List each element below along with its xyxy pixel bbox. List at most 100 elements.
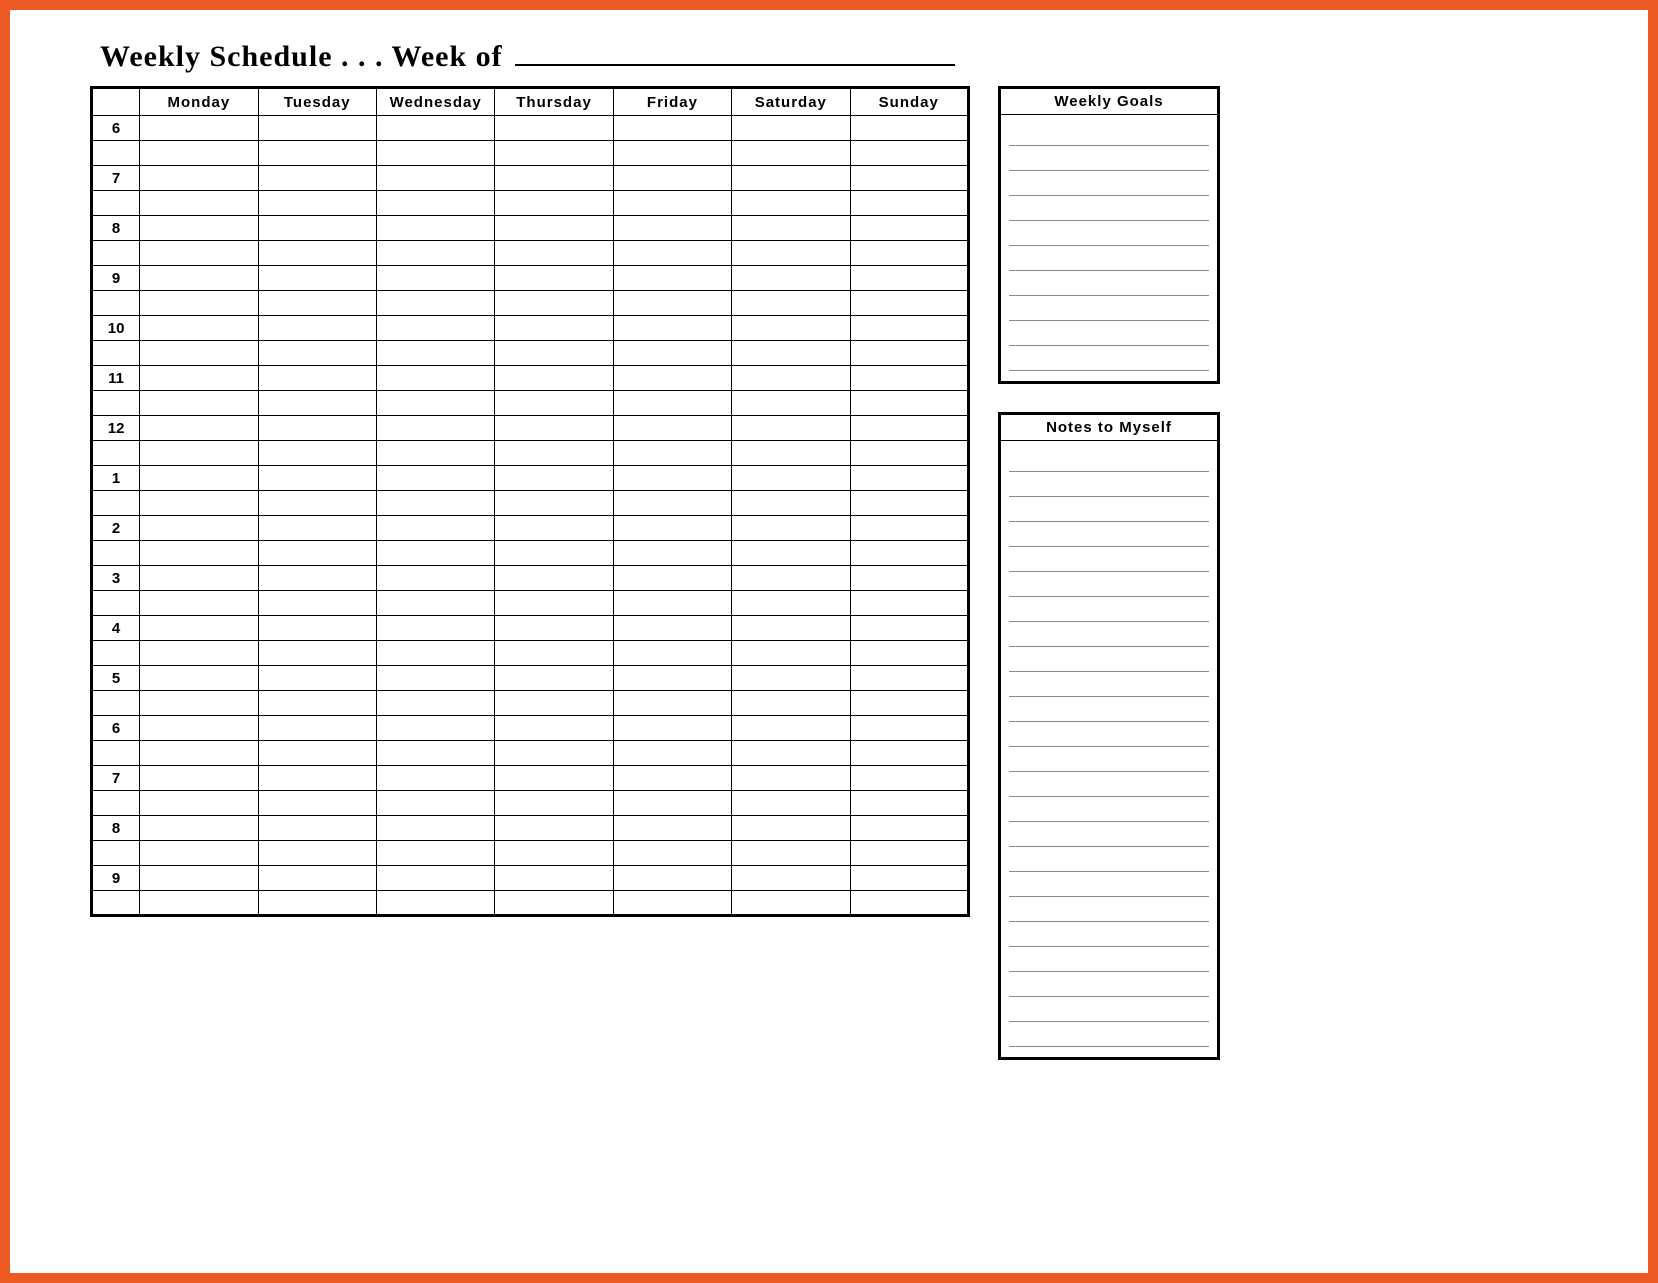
note-line[interactable] [1009, 872, 1209, 897]
schedule-cell[interactable] [140, 116, 258, 141]
schedule-cell[interactable] [140, 641, 258, 666]
schedule-cell[interactable] [613, 141, 731, 166]
schedule-cell[interactable] [376, 441, 494, 466]
schedule-cell[interactable] [495, 866, 613, 891]
schedule-cell[interactable] [613, 591, 731, 616]
note-line[interactable] [1009, 1022, 1209, 1047]
schedule-cell[interactable] [850, 791, 969, 816]
schedule-cell[interactable] [613, 416, 731, 441]
schedule-cell[interactable] [495, 166, 613, 191]
goal-line[interactable] [1009, 221, 1209, 246]
schedule-cell[interactable] [613, 441, 731, 466]
schedule-cell[interactable] [140, 766, 258, 791]
schedule-cell[interactable] [376, 466, 494, 491]
schedule-cell[interactable] [140, 466, 258, 491]
schedule-cell[interactable] [613, 291, 731, 316]
schedule-cell[interactable] [732, 241, 850, 266]
schedule-cell[interactable] [140, 166, 258, 191]
schedule-cell[interactable] [258, 441, 376, 466]
schedule-cell[interactable] [495, 666, 613, 691]
schedule-cell[interactable] [850, 291, 969, 316]
goal-line[interactable] [1009, 171, 1209, 196]
schedule-cell[interactable] [140, 866, 258, 891]
schedule-cell[interactable] [850, 891, 969, 916]
note-line[interactable] [1009, 547, 1209, 572]
schedule-cell[interactable] [258, 341, 376, 366]
note-line[interactable] [1009, 697, 1209, 722]
schedule-cell[interactable] [613, 216, 731, 241]
schedule-cell[interactable] [376, 866, 494, 891]
schedule-cell[interactable] [613, 566, 731, 591]
schedule-cell[interactable] [613, 541, 731, 566]
note-line[interactable] [1009, 722, 1209, 747]
schedule-cell[interactable] [613, 666, 731, 691]
schedule-cell[interactable] [732, 266, 850, 291]
schedule-cell[interactable] [258, 816, 376, 841]
note-line[interactable] [1009, 597, 1209, 622]
schedule-cell[interactable] [732, 341, 850, 366]
schedule-cell[interactable] [732, 666, 850, 691]
schedule-cell[interactable] [140, 366, 258, 391]
schedule-cell[interactable] [140, 541, 258, 566]
schedule-cell[interactable] [140, 716, 258, 741]
schedule-cell[interactable] [850, 166, 969, 191]
schedule-cell[interactable] [850, 466, 969, 491]
schedule-cell[interactable] [495, 341, 613, 366]
schedule-cell[interactable] [376, 841, 494, 866]
schedule-cell[interactable] [495, 691, 613, 716]
schedule-cell[interactable] [376, 216, 494, 241]
schedule-cell[interactable] [258, 841, 376, 866]
schedule-cell[interactable] [850, 816, 969, 841]
schedule-cell[interactable] [140, 691, 258, 716]
schedule-cell[interactable] [850, 216, 969, 241]
schedule-cell[interactable] [258, 866, 376, 891]
note-line[interactable] [1009, 797, 1209, 822]
goal-line[interactable] [1009, 246, 1209, 271]
note-line[interactable] [1009, 922, 1209, 947]
schedule-cell[interactable] [258, 366, 376, 391]
schedule-cell[interactable] [850, 691, 969, 716]
note-line[interactable] [1009, 747, 1209, 772]
note-line[interactable] [1009, 522, 1209, 547]
schedule-cell[interactable] [495, 116, 613, 141]
note-line[interactable] [1009, 672, 1209, 697]
note-line[interactable] [1009, 847, 1209, 872]
schedule-cell[interactable] [258, 516, 376, 541]
schedule-cell[interactable] [376, 366, 494, 391]
schedule-cell[interactable] [732, 741, 850, 766]
schedule-cell[interactable] [850, 841, 969, 866]
note-line[interactable] [1009, 647, 1209, 672]
schedule-cell[interactable] [258, 541, 376, 566]
schedule-cell[interactable] [732, 791, 850, 816]
schedule-cell[interactable] [495, 291, 613, 316]
schedule-cell[interactable] [376, 416, 494, 441]
schedule-cell[interactable] [732, 816, 850, 841]
note-line[interactable] [1009, 447, 1209, 472]
schedule-cell[interactable] [495, 541, 613, 566]
schedule-cell[interactable] [376, 341, 494, 366]
schedule-cell[interactable] [140, 566, 258, 591]
schedule-cell[interactable] [140, 291, 258, 316]
schedule-cell[interactable] [495, 516, 613, 541]
schedule-cell[interactable] [376, 716, 494, 741]
note-line[interactable] [1009, 997, 1209, 1022]
schedule-cell[interactable] [495, 741, 613, 766]
schedule-cell[interactable] [732, 191, 850, 216]
schedule-cell[interactable] [850, 566, 969, 591]
schedule-cell[interactable] [613, 191, 731, 216]
schedule-cell[interactable] [140, 266, 258, 291]
schedule-cell[interactable] [140, 341, 258, 366]
schedule-cell[interactable] [140, 241, 258, 266]
notes-body[interactable] [1001, 441, 1217, 1057]
schedule-cell[interactable] [140, 416, 258, 441]
schedule-cell[interactable] [258, 791, 376, 816]
schedule-cell[interactable] [258, 266, 376, 291]
schedule-cell[interactable] [140, 491, 258, 516]
schedule-cell[interactable] [376, 691, 494, 716]
schedule-cell[interactable] [613, 766, 731, 791]
schedule-cell[interactable] [732, 841, 850, 866]
schedule-cell[interactable] [258, 291, 376, 316]
schedule-cell[interactable] [258, 166, 376, 191]
schedule-cell[interactable] [732, 441, 850, 466]
schedule-cell[interactable] [613, 466, 731, 491]
